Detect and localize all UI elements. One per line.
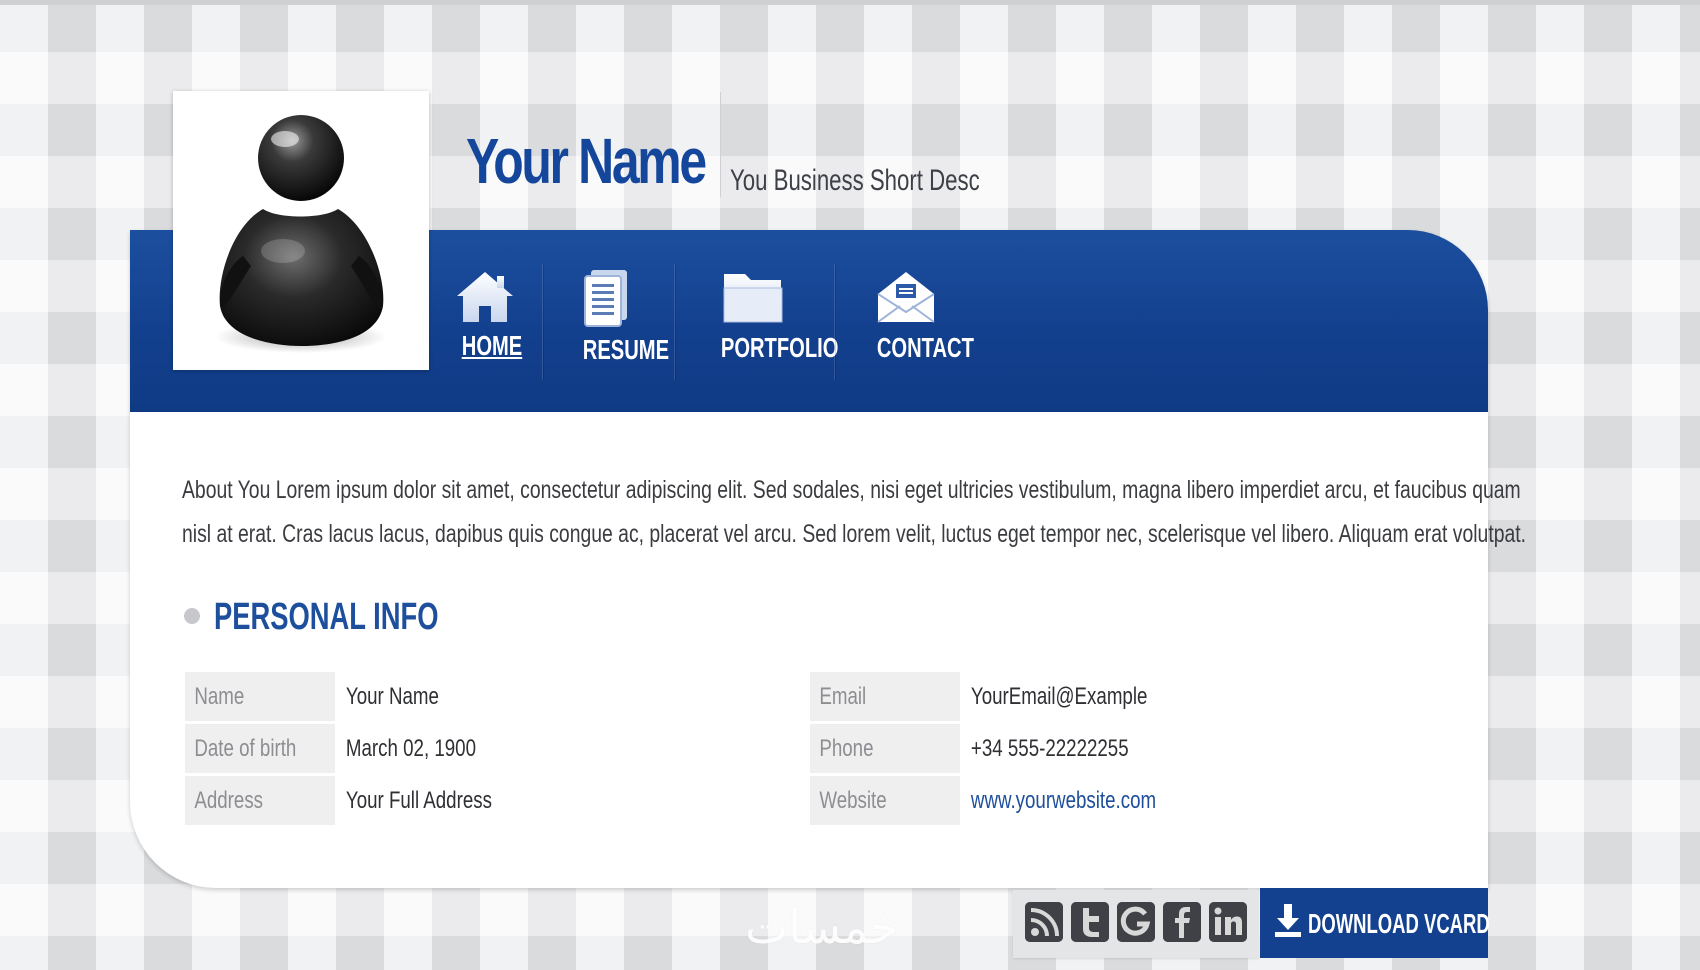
nav-separator — [674, 264, 675, 380]
nav-item-resume[interactable]: RESUME — [566, 268, 669, 378]
twitter-icon[interactable] — [1071, 902, 1109, 942]
rss-icon[interactable] — [1025, 902, 1063, 942]
info-label: Name — [185, 672, 335, 721]
table-row: Website www.yourwebsite.com — [810, 776, 1420, 825]
header-divider — [720, 92, 721, 197]
info-value: March 02, 1900 — [345, 734, 477, 762]
nav-separator — [542, 264, 543, 380]
download-vcard-button[interactable]: DOWNLOAD VCARD — [1260, 888, 1490, 958]
info-value: YourEmail@Example — [970, 682, 1148, 710]
info-label: Phone — [810, 724, 960, 773]
nav-separator — [834, 264, 835, 380]
person-silhouette-icon — [215, 115, 387, 353]
facebook-icon[interactable] — [1163, 902, 1201, 942]
envelope-icon — [877, 272, 935, 323]
table-row: Date of birth March 02, 1900 — [185, 724, 795, 773]
nav-label-contact: CONTACT — [876, 332, 974, 363]
download-vcard-label: DOWNLOAD VCARD — [1308, 908, 1490, 939]
profile-photo — [173, 91, 429, 370]
about-text: About You Lorem ipsum dolor sit amet, co… — [182, 468, 1527, 556]
personal-info-table-right: Email YourEmail@Example Phone +34 555-22… — [810, 669, 1420, 828]
personal-info-table-left: Name Your Name Date of birth March 02, 1… — [185, 669, 795, 828]
info-value: +34 555-22222255 — [970, 734, 1129, 762]
linkedin-icon[interactable] — [1209, 902, 1247, 942]
watermark-logo: خمسات — [745, 900, 899, 954]
home-icon — [457, 272, 513, 322]
info-label: Address — [185, 776, 335, 825]
personal-info-heading: PERSONAL INFO — [214, 596, 439, 638]
nav-label-portfolio: PORTFOLIO — [720, 332, 839, 363]
nav-item-portfolio[interactable]: PORTFOLIO — [698, 268, 838, 378]
nav-label-home: HOME — [461, 330, 523, 361]
table-row: Address Your Full Address — [185, 776, 795, 825]
info-label: Date of birth — [185, 724, 335, 773]
about-line-1: About You Lorem ipsum dolor sit amet, co… — [182, 476, 1521, 504]
info-label: Email — [810, 672, 960, 721]
info-value: Your Name — [345, 682, 439, 710]
website-link[interactable]: www.yourwebsite.com — [960, 787, 1156, 815]
info-value: www.yourwebsite.com — [960, 776, 1420, 825]
table-row: Phone +34 555-22222255 — [810, 724, 1420, 773]
table-row: Name Your Name — [185, 672, 795, 721]
download-icon — [1275, 904, 1301, 937]
nav-item-contact[interactable]: CONTACT — [858, 268, 974, 378]
nav-label-resume: RESUME — [582, 334, 670, 365]
info-label: Website — [810, 776, 960, 825]
about-line-2: nisl at erat. Cras lacus lacus, dapibus … — [182, 520, 1527, 548]
section-bullet-icon — [184, 608, 200, 624]
business-description: You Business Short Desc — [730, 164, 980, 197]
google-icon[interactable] — [1117, 902, 1155, 942]
page-title: Your Name — [466, 125, 707, 197]
nav-item-home[interactable]: HOME — [450, 268, 523, 378]
document-icon — [584, 270, 627, 327]
top-border — [0, 0, 1700, 5]
table-row: Email YourEmail@Example — [810, 672, 1420, 721]
folder-icon — [723, 274, 783, 323]
info-value: Your Full Address — [345, 786, 492, 814]
